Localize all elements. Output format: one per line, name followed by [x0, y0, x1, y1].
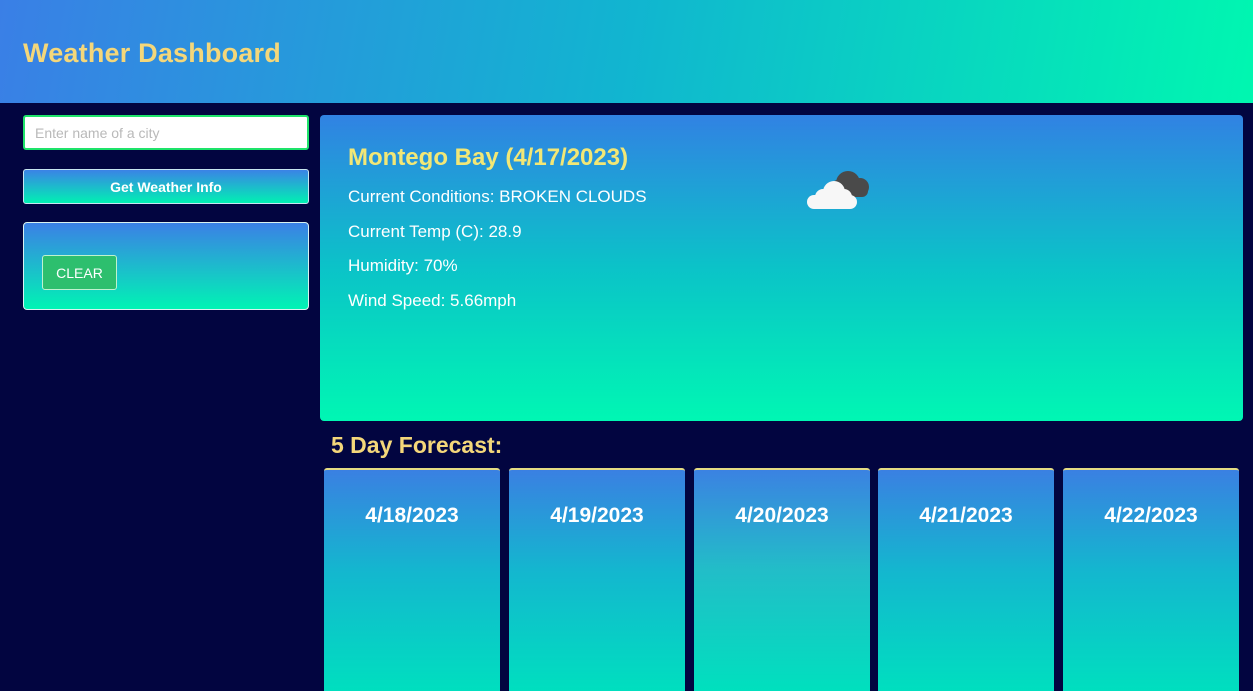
forecast-date: 4/22/2023 [1104, 504, 1198, 527]
current-temp: Current Temp (C): 28.9 [348, 222, 522, 241]
city-search-input[interactable] [23, 115, 309, 150]
forecast-card: 4/20/2023 [694, 468, 870, 691]
current-conditions: Current Conditions: BROKEN CLOUDS [348, 187, 647, 206]
forecast-card: 4/21/2023 [878, 468, 1054, 691]
broken-clouds-icon [807, 171, 869, 209]
forecast-title: 5 Day Forecast: [331, 432, 503, 458]
forecast-card: 4/18/2023 [324, 468, 500, 691]
clear-history-button[interactable]: CLEAR [42, 255, 117, 290]
get-weather-button[interactable]: Get Weather Info [23, 169, 309, 204]
forecast-card: 4/19/2023 [509, 468, 685, 691]
current-wind-speed: Wind Speed: 5.66mph [348, 291, 517, 310]
current-weather-card: Montego Bay (4/17/2023) Current Conditio… [320, 115, 1243, 421]
forecast-date: 4/21/2023 [919, 504, 1013, 527]
forecast-date: 4/18/2023 [365, 504, 459, 527]
current-humidity: Humidity: 70% [348, 256, 458, 275]
current-city-date: Montego Bay (4/17/2023) [348, 144, 629, 171]
page-header: Weather Dashboard [0, 0, 1253, 103]
forecast-card: 4/22/2023 [1063, 468, 1239, 691]
search-history-panel: CLEAR [23, 222, 309, 310]
page-title: Weather Dashboard [23, 38, 281, 68]
forecast-date: 4/19/2023 [550, 504, 644, 527]
forecast-date: 4/20/2023 [735, 504, 829, 527]
